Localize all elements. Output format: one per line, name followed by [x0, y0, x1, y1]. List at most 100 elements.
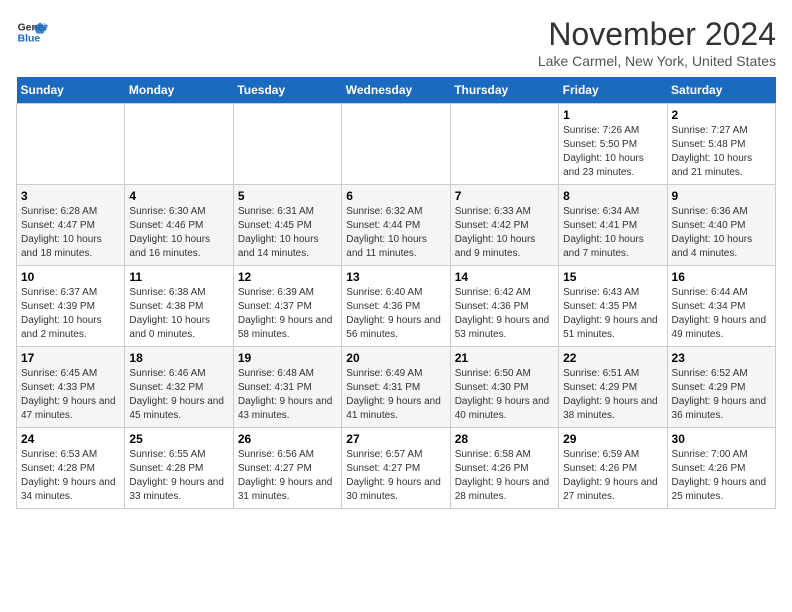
day-info: Sunrise: 7:26 AM Sunset: 5:50 PM Dayligh… [563, 124, 662, 180]
day-number: 15 [563, 270, 662, 284]
day-number: 14 [455, 270, 554, 284]
calendar-cell: 4 Sunrise: 6:30 AM Sunset: 4:46 PM Daylig… [125, 185, 233, 266]
day-info: Sunrise: 6:58 AM Sunset: 4:26 PM Dayligh… [455, 448, 554, 504]
day-of-week-header: Saturday [667, 77, 775, 104]
calendar-cell: 13 Sunrise: 6:40 AM Sunset: 4:36 PM Dayli… [342, 266, 450, 347]
day-number: 21 [455, 351, 554, 365]
calendar-cell [450, 104, 558, 185]
calendar-cell: 28 Sunrise: 6:58 AM Sunset: 4:26 PM Dayli… [450, 428, 558, 509]
calendar-cell: 30Sunrise: 7:00 AM Sunset: 4:26 PM Dayli… [667, 428, 775, 509]
calendar-cell: 23 Sunrise: 6:52 AM Sunset: 4:29 PM Dayli… [667, 347, 775, 428]
day-number: 23 [672, 351, 771, 365]
day-info: Sunrise: 6:53 AM Sunset: 4:28 PM Dayligh… [21, 448, 120, 504]
day-number: 28 [455, 432, 554, 446]
day-of-week-header: Thursday [450, 77, 558, 104]
calendar-cell: 19 Sunrise: 6:48 AM Sunset: 4:31 PM Dayli… [233, 347, 341, 428]
calendar-cell: 14 Sunrise: 6:42 AM Sunset: 4:36 PM Dayli… [450, 266, 558, 347]
day-info: Sunrise: 6:39 AM Sunset: 4:37 PM Dayligh… [238, 286, 337, 342]
day-info: Sunrise: 6:28 AM Sunset: 4:47 PM Dayligh… [21, 205, 120, 261]
day-info: Sunrise: 6:42 AM Sunset: 4:36 PM Dayligh… [455, 286, 554, 342]
day-info: Sunrise: 6:44 AM Sunset: 4:34 PM Dayligh… [672, 286, 771, 342]
calendar-cell [125, 104, 233, 185]
day-of-week-header: Tuesday [233, 77, 341, 104]
day-info: Sunrise: 6:49 AM Sunset: 4:31 PM Dayligh… [346, 367, 445, 423]
calendar-cell: 10 Sunrise: 6:37 AM Sunset: 4:39 PM Dayli… [17, 266, 125, 347]
calendar-cell: 7 Sunrise: 6:33 AM Sunset: 4:42 PM Daylig… [450, 185, 558, 266]
calendar-cell: 16 Sunrise: 6:44 AM Sunset: 4:34 PM Dayli… [667, 266, 775, 347]
logo: General Blue [16, 16, 48, 48]
day-info: Sunrise: 6:43 AM Sunset: 4:35 PM Dayligh… [563, 286, 662, 342]
day-number: 3 [21, 189, 120, 203]
day-info: Sunrise: 7:27 AM Sunset: 5:48 PM Dayligh… [672, 124, 771, 180]
day-info: Sunrise: 6:46 AM Sunset: 4:32 PM Dayligh… [129, 367, 228, 423]
day-number: 13 [346, 270, 445, 284]
day-info: Sunrise: 6:55 AM Sunset: 4:28 PM Dayligh… [129, 448, 228, 504]
day-info: Sunrise: 6:50 AM Sunset: 4:30 PM Dayligh… [455, 367, 554, 423]
day-of-week-header: Wednesday [342, 77, 450, 104]
page-header: General Blue November 2024 Lake Carmel, … [16, 16, 776, 69]
day-info: Sunrise: 6:56 AM Sunset: 4:27 PM Dayligh… [238, 448, 337, 504]
day-number: 10 [21, 270, 120, 284]
day-of-week-header: Sunday [17, 77, 125, 104]
day-info: Sunrise: 6:40 AM Sunset: 4:36 PM Dayligh… [346, 286, 445, 342]
calendar-cell: 11 Sunrise: 6:38 AM Sunset: 4:38 PM Dayli… [125, 266, 233, 347]
calendar-cell [342, 104, 450, 185]
calendar-cell: 29Sunrise: 6:59 AM Sunset: 4:26 PM Dayli… [559, 428, 667, 509]
calendar-cell: 24 Sunrise: 6:53 AM Sunset: 4:28 PM Dayli… [17, 428, 125, 509]
day-info: Sunrise: 6:48 AM Sunset: 4:31 PM Dayligh… [238, 367, 337, 423]
calendar-week-row: 17 Sunrise: 6:45 AM Sunset: 4:33 PM Dayli… [17, 347, 776, 428]
day-number: 6 [346, 189, 445, 203]
day-info: Sunrise: 6:32 AM Sunset: 4:44 PM Dayligh… [346, 205, 445, 261]
calendar-week-row: 10 Sunrise: 6:37 AM Sunset: 4:39 PM Dayli… [17, 266, 776, 347]
svg-text:Blue: Blue [18, 34, 41, 45]
day-number: 20 [346, 351, 445, 365]
calendar-cell: 17 Sunrise: 6:45 AM Sunset: 4:33 PM Dayli… [17, 347, 125, 428]
day-info: Sunrise: 6:52 AM Sunset: 4:29 PM Dayligh… [672, 367, 771, 423]
day-info: Sunrise: 6:33 AM Sunset: 4:42 PM Dayligh… [455, 205, 554, 261]
day-number: 30 [672, 432, 771, 446]
day-number: 25 [129, 432, 228, 446]
calendar-cell: 8 Sunrise: 6:34 AM Sunset: 4:41 PM Daylig… [559, 185, 667, 266]
day-info: Sunrise: 6:45 AM Sunset: 4:33 PM Dayligh… [21, 367, 120, 423]
day-of-week-header: Friday [559, 77, 667, 104]
day-number: 12 [238, 270, 337, 284]
calendar-week-row: 24 Sunrise: 6:53 AM Sunset: 4:28 PM Dayli… [17, 428, 776, 509]
calendar-cell: 18 Sunrise: 6:46 AM Sunset: 4:32 PM Dayli… [125, 347, 233, 428]
calendar-cell: 5Sunrise: 6:31 AM Sunset: 4:45 PM Daylig… [233, 185, 341, 266]
day-number: 22 [563, 351, 662, 365]
calendar-cell: 25 Sunrise: 6:55 AM Sunset: 4:28 PM Dayli… [125, 428, 233, 509]
day-info: Sunrise: 6:34 AM Sunset: 4:41 PM Dayligh… [563, 205, 662, 261]
day-number: 5 [238, 189, 337, 203]
day-number: 7 [455, 189, 554, 203]
calendar-cell: 2Sunrise: 7:27 AM Sunset: 5:48 PM Daylig… [667, 104, 775, 185]
day-number: 18 [129, 351, 228, 365]
calendar-cell: 21 Sunrise: 6:50 AM Sunset: 4:30 PM Dayli… [450, 347, 558, 428]
calendar-cell: 6 Sunrise: 6:32 AM Sunset: 4:44 PM Daylig… [342, 185, 450, 266]
day-number: 17 [21, 351, 120, 365]
day-info: Sunrise: 6:38 AM Sunset: 4:38 PM Dayligh… [129, 286, 228, 342]
day-info: Sunrise: 6:57 AM Sunset: 4:27 PM Dayligh… [346, 448, 445, 504]
calendar-cell: 20 Sunrise: 6:49 AM Sunset: 4:31 PM Dayli… [342, 347, 450, 428]
day-info: Sunrise: 6:37 AM Sunset: 4:39 PM Dayligh… [21, 286, 120, 342]
day-number: 8 [563, 189, 662, 203]
day-info: Sunrise: 6:51 AM Sunset: 4:29 PM Dayligh… [563, 367, 662, 423]
calendar-cell: 27Sunrise: 6:57 AM Sunset: 4:27 PM Dayli… [342, 428, 450, 509]
day-info: Sunrise: 6:30 AM Sunset: 4:46 PM Dayligh… [129, 205, 228, 261]
day-info: Sunrise: 6:59 AM Sunset: 4:26 PM Dayligh… [563, 448, 662, 504]
day-number: 11 [129, 270, 228, 284]
calendar-cell [233, 104, 341, 185]
calendar-cell: 12 Sunrise: 6:39 AM Sunset: 4:37 PM Dayli… [233, 266, 341, 347]
day-number: 1 [563, 108, 662, 122]
calendar-cell [17, 104, 125, 185]
day-number: 16 [672, 270, 771, 284]
calendar-header-row: SundayMondayTuesdayWednesdayThursdayFrid… [17, 77, 776, 104]
calendar-cell: 9 Sunrise: 6:36 AM Sunset: 4:40 PM Daylig… [667, 185, 775, 266]
day-number: 9 [672, 189, 771, 203]
day-number: 19 [238, 351, 337, 365]
day-info: Sunrise: 6:36 AM Sunset: 4:40 PM Dayligh… [672, 205, 771, 261]
calendar-cell: 26Sunrise: 6:56 AM Sunset: 4:27 PM Dayli… [233, 428, 341, 509]
day-number: 4 [129, 189, 228, 203]
calendar-cell: 3 Sunrise: 6:28 AM Sunset: 4:47 PM Daylig… [17, 185, 125, 266]
day-number: 24 [21, 432, 120, 446]
calendar-week-row: 3 Sunrise: 6:28 AM Sunset: 4:47 PM Daylig… [17, 185, 776, 266]
